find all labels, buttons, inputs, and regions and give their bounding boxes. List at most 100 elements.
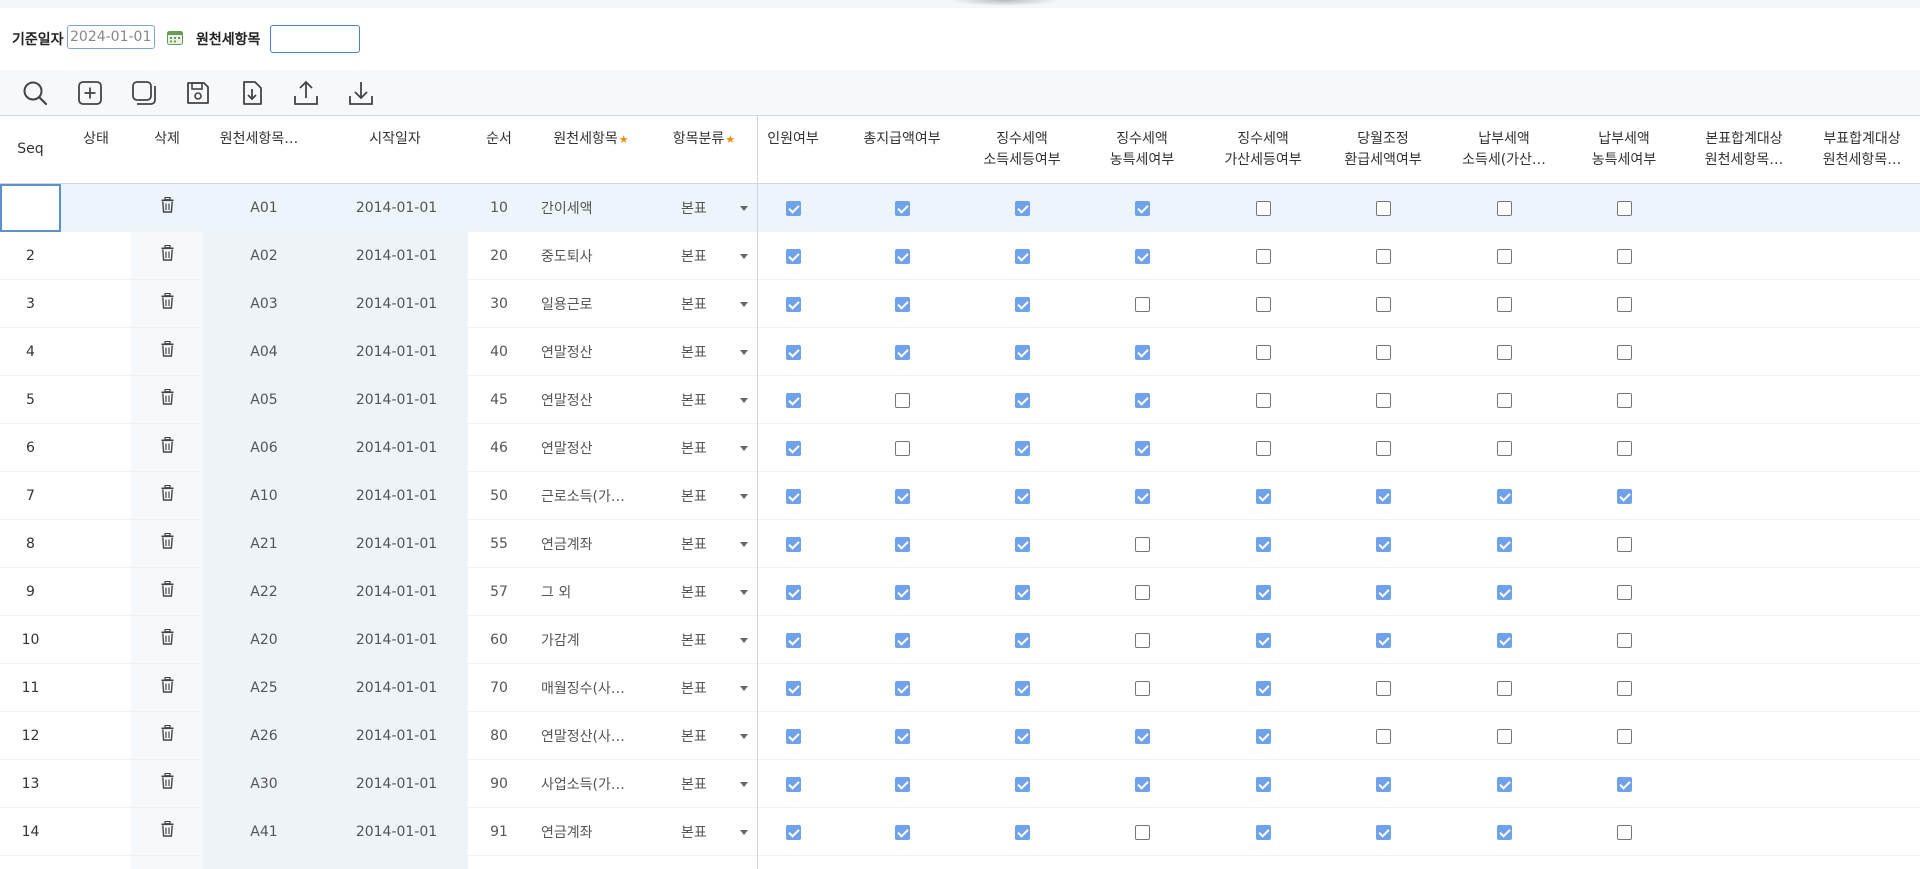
checkbox[interactable]	[1496, 200, 1512, 216]
cell-pay-rural[interactable]	[1609, 424, 1639, 472]
cell-seq[interactable]: 8	[0, 520, 61, 568]
header-headcount[interactable]: 인원여부	[758, 115, 828, 173]
cell-order[interactable]: 40	[468, 328, 530, 376]
checkbox[interactable]	[1134, 440, 1150, 456]
cell-pay-rural[interactable]	[1609, 760, 1639, 808]
table-row[interactable]: 9 A22 2014-01-01 57 그 외 본표	[0, 568, 1920, 616]
checkbox[interactable]	[1375, 248, 1391, 264]
cell-wh-add[interactable]	[1248, 424, 1278, 472]
cell-start-date[interactable]: 2014-01-01	[325, 424, 468, 472]
checkbox[interactable]	[894, 200, 910, 216]
cell-code[interactable]: A25	[203, 664, 325, 712]
delete-button[interactable]	[131, 277, 203, 325]
checkbox[interactable]	[1014, 440, 1030, 456]
cell-pay-income[interactable]	[1489, 520, 1519, 568]
cell-name[interactable]: 그 외	[533, 568, 651, 616]
cell-total-pay[interactable]	[887, 472, 917, 520]
cell-headcount[interactable]	[778, 376, 808, 424]
checkbox[interactable]	[1375, 392, 1391, 408]
cell-total-pay[interactable]	[887, 232, 917, 280]
cell-status[interactable]	[61, 664, 131, 712]
checkbox[interactable]	[785, 248, 801, 264]
checkbox[interactable]	[1014, 488, 1030, 504]
header-adj-refund[interactable]: 당월조정 환급세액여부	[1323, 116, 1443, 183]
cell-total-pay[interactable]	[887, 760, 917, 808]
cell-category[interactable]: 본표	[651, 616, 757, 664]
cell-category[interactable]: 본표	[651, 808, 757, 856]
checkbox[interactable]	[1014, 680, 1030, 696]
checkbox[interactable]	[1255, 728, 1271, 744]
checkbox[interactable]	[1014, 776, 1030, 792]
checkbox[interactable]	[785, 200, 801, 216]
header-order[interactable]: 순서	[469, 115, 529, 173]
checkbox[interactable]	[1496, 536, 1512, 552]
cell-name[interactable]: 중도퇴사	[533, 232, 651, 280]
cell-wh-rural[interactable]	[1127, 808, 1157, 856]
cell-wh-add[interactable]	[1248, 376, 1278, 424]
cell-seq[interactable]: 10	[0, 616, 61, 664]
cell-start-date[interactable]: 2014-01-01	[325, 808, 468, 856]
checkbox[interactable]	[1134, 680, 1150, 696]
checkbox[interactable]	[894, 632, 910, 648]
cell-start-date[interactable]: 2014-01-01	[325, 712, 468, 760]
checkbox[interactable]	[1496, 632, 1512, 648]
cell-category[interactable]: 본표	[651, 280, 757, 328]
cell-total-pay[interactable]	[887, 568, 917, 616]
cell-pay-income[interactable]	[1489, 376, 1519, 424]
cell-pay-rural[interactable]	[1609, 568, 1639, 616]
table-row[interactable]: 1A012014-01-0110간이세액본표	[0, 184, 1920, 232]
checkbox[interactable]	[1255, 248, 1271, 264]
search-button[interactable]	[20, 78, 50, 108]
header-pay-rural[interactable]: 납부세액 농특세여부	[1564, 116, 1684, 183]
checkbox[interactable]	[1134, 200, 1150, 216]
checkbox[interactable]	[1616, 344, 1632, 360]
cell-headcount[interactable]	[778, 232, 808, 280]
cell-code[interactable]: A26	[203, 712, 325, 760]
checkbox[interactable]	[1375, 440, 1391, 456]
cell-total-pay[interactable]	[887, 520, 917, 568]
checkbox[interactable]	[1255, 344, 1271, 360]
cell-pay-income[interactable]	[1489, 712, 1519, 760]
checkbox[interactable]	[1616, 584, 1632, 600]
cell-pay-rural[interactable]	[1609, 520, 1639, 568]
checkbox[interactable]	[1375, 488, 1391, 504]
cell-start-date[interactable]: 2014-01-01	[325, 664, 468, 712]
cell-code[interactable]: A06	[203, 424, 325, 472]
checkbox[interactable]	[785, 584, 801, 600]
cell-pay-income[interactable]	[1489, 424, 1519, 472]
cell-wh-add[interactable]	[1248, 328, 1278, 376]
checkbox[interactable]	[1496, 776, 1512, 792]
cell-category[interactable]: 본표	[651, 712, 757, 760]
checkbox[interactable]	[1375, 776, 1391, 792]
cell-adj-refund[interactable]	[1368, 760, 1398, 808]
header-wh-rural[interactable]: 징수세액 농특세여부	[1082, 116, 1202, 183]
cell-order[interactable]: 30	[468, 280, 530, 328]
cell-order[interactable]: 91	[468, 808, 530, 856]
checkbox[interactable]	[785, 632, 801, 648]
cell-pay-income[interactable]	[1489, 808, 1519, 856]
checkbox[interactable]	[1014, 824, 1030, 840]
cell-status[interactable]	[61, 760, 131, 808]
cell-start-date[interactable]: 2014-01-01	[325, 376, 468, 424]
cell-pay-income[interactable]	[1489, 328, 1519, 376]
cell-start-date[interactable]: 2014-01-01	[325, 280, 468, 328]
checkbox[interactable]	[894, 344, 910, 360]
header-status[interactable]: 상태	[61, 115, 131, 173]
cell-pay-rural[interactable]	[1609, 232, 1639, 280]
cell-adj-refund[interactable]	[1368, 712, 1398, 760]
cell-code[interactable]: A02	[203, 232, 325, 280]
header-pay-income[interactable]: 납부세액 소득세(가산…	[1444, 116, 1564, 183]
cell-order[interactable]: 46	[468, 424, 530, 472]
cell-category[interactable]: 본표	[651, 520, 757, 568]
cell-status[interactable]	[61, 808, 131, 856]
checkbox[interactable]	[785, 392, 801, 408]
cell-code[interactable]: A10	[203, 472, 325, 520]
cell-name[interactable]: 연말정산	[533, 376, 651, 424]
checkbox[interactable]	[1134, 248, 1150, 264]
cell-wh-income[interactable]	[1007, 616, 1037, 664]
checkbox[interactable]	[1375, 824, 1391, 840]
cell-code[interactable]: A01	[203, 184, 325, 232]
header-seq[interactable]: Seq	[0, 116, 61, 183]
header-start-date[interactable]: 시작일자	[315, 115, 475, 173]
cell-headcount[interactable]	[778, 568, 808, 616]
